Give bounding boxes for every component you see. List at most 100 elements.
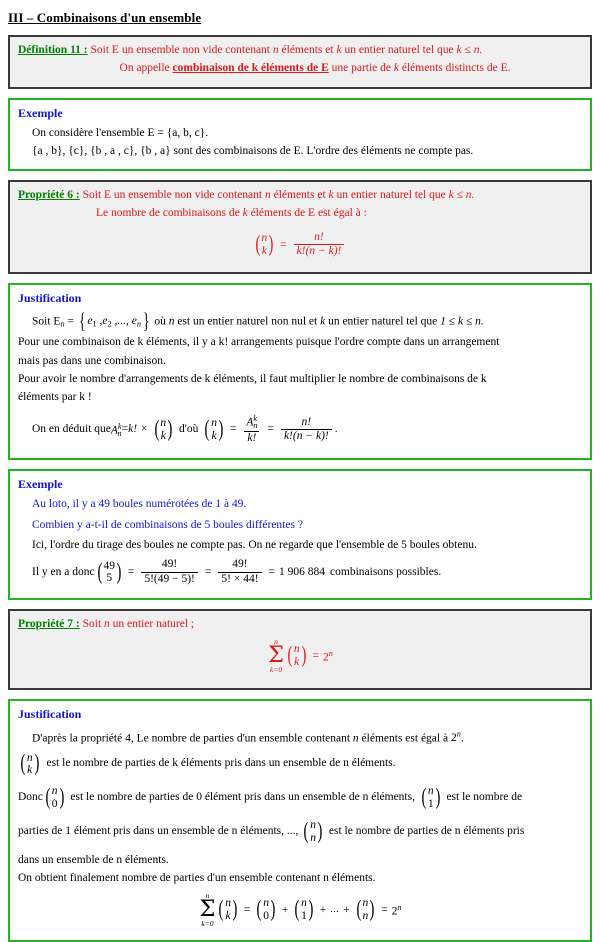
binom-bottom: k [211, 429, 217, 442]
justification-2-box: Justification D'après la propriété 4, Le… [8, 699, 592, 942]
power-of-two: 2n [391, 902, 402, 917]
summation-symbol: n Σ k=0 [268, 637, 284, 674]
propriete-6-box: Propriété 6 : Soit E un ensemble non vid… [8, 180, 592, 274]
equals-sign: = [280, 238, 287, 251]
binomial-n-1: ( n1 ) [420, 785, 441, 810]
paren-close: ) [59, 784, 64, 811]
binom-top: n [301, 897, 307, 910]
just2-power: 2n [450, 730, 461, 745]
just1-derivation: On en déduit que Akn = k! × ( nk ) d'où … [32, 414, 338, 445]
binom-top: n [261, 232, 268, 245]
plus-sign-1: + [281, 903, 289, 916]
fraction-denominator: k!(n − k)! [293, 244, 345, 259]
example-1-header: Exemple [18, 105, 63, 120]
propriete-7-text-b: un entier naturel ; [109, 618, 195, 631]
definition-11-line2-b: une partie de [328, 62, 394, 75]
propriete-6-line-2: Le nombre de combinaisons de k éléments … [18, 206, 582, 221]
sum-lower-limit: k=0 [201, 918, 214, 928]
binom-bottom: k [160, 429, 166, 442]
binom-bottom: k [225, 909, 231, 922]
propriete-6-condition: k ≤ n. [448, 189, 475, 202]
paren-close: ) [369, 896, 375, 923]
document-page: III – Combinaisons d'un ensemble Définit… [0, 10, 600, 942]
just2-l4-b: est le nombre de parties de n éléments p… [328, 824, 525, 837]
propriete-6-line2-a: Le nombre de combinaisons de [96, 207, 243, 220]
sum-lower-limit: k=0 [269, 664, 283, 674]
binomial-n-k: ( nk ) [286, 643, 307, 668]
example-2-header: Exemple [18, 477, 63, 492]
definition-11-condition: k ≤ n. [456, 44, 483, 56]
binom-bottom: 1 [427, 797, 434, 810]
binom-top: n [51, 785, 58, 798]
binomial-n-1: ( n1 ) [293, 897, 314, 922]
binomial-n-k: ( n k ) [254, 232, 275, 257]
binom-bottom: k [27, 763, 33, 776]
fraction-factorial: n! k!(n − k)! [293, 230, 345, 259]
times-sign: × [141, 423, 148, 436]
just1-dou: d'où [179, 423, 199, 436]
paren-close: ) [116, 558, 122, 585]
paren-open: ( [204, 416, 210, 443]
justification-1-box: Justification Soit En = {e1 ,e2 ,..., en… [8, 282, 592, 461]
binom-top: n [211, 417, 217, 430]
just2-l4-a: parties de 1 élément pris dans un ensemb… [18, 824, 299, 837]
just1-l1-cond: 1 ≤ k ≤ n. [440, 315, 484, 328]
fraction-numerator: n! [314, 230, 324, 243]
sigma-icon: Σ [268, 641, 284, 668]
fraction-numerator: 49! [161, 558, 178, 571]
binom-top: n [362, 897, 369, 910]
example-2-suffix: combinaisons possibles. [330, 565, 442, 578]
paren-close: ) [167, 416, 173, 443]
just1-set-elements: e1 ,e2 ,..., en [87, 315, 141, 329]
definition-11-line-1: Définition 11 : Soit E un ensemble non v… [18, 43, 582, 58]
just1-l1-a: Soit E [32, 315, 61, 328]
paren-close: ) [232, 896, 238, 923]
binom-bottom: 0 [51, 797, 58, 810]
fraction-factorial-2: n! k!(n − k)! [280, 416, 332, 444]
binom-top: n [310, 819, 317, 832]
plus-sign-3: + [343, 903, 350, 916]
sum-upper-limit: n [205, 890, 210, 900]
paren-open: ( [421, 784, 427, 811]
example-2-line-3: Ici, l'ordre du tirage des boules ne com… [32, 538, 477, 551]
binomial-n-k: ( nk ) [19, 751, 40, 777]
definition-11-emphasis: combinaison de k éléments de E [172, 62, 329, 75]
fraction-arrangement-over-kfact: Akn k! [243, 414, 260, 445]
justification-2-line-2: ( nk ) est le nombre de parties de k élé… [18, 751, 582, 777]
paren-close: ) [435, 784, 440, 811]
example-2-line-2: Combien y a-t-il de combinaisons de 5 bo… [32, 518, 303, 531]
binom-top: n [26, 751, 33, 764]
plus-sign-2: + [319, 903, 327, 916]
propriete-6-line2-b: éléments de E est égal à : [247, 207, 367, 220]
just1-l1-d: un entier naturel tel que [325, 315, 441, 328]
ellipsis: ... [330, 904, 340, 916]
fraction-denominator: 5!(49 − 5)! [141, 571, 198, 587]
binom-top: n [427, 785, 434, 798]
binom-top: 49 [103, 559, 115, 572]
binomial-n-n: ( nn ) [355, 897, 376, 922]
equals-sign-2: = [381, 903, 388, 916]
justification-1-line-4: Pour avoir le nombre d'arrangements de k… [18, 372, 487, 385]
definition-11-text-a: Soit E un ensemble non vide contenant [90, 44, 273, 56]
just2-binom-sentence: ( nk ) est le nombre de parties de k élé… [18, 751, 395, 777]
just2-donc-sentence: Donc ( n0 ) est le nombre de parties de … [18, 785, 522, 810]
propriete-6-formula: ( n k ) = n! k!(n − k)! [18, 231, 582, 259]
arrangement-symbol: Akn [110, 422, 122, 438]
propriete-6-text-a: Soit E un ensemble non vide contenant [82, 189, 265, 202]
just2-parties-sentence: parties de 1 élément pris dans un ensemb… [18, 819, 524, 844]
paren-open: ( [256, 896, 262, 923]
equals-sign: = [312, 649, 319, 662]
definition-11-text-c: un entier naturel tel que [341, 44, 457, 56]
binom-top: n [160, 417, 167, 430]
just2-l1-end: . [460, 732, 464, 745]
propriete-7-box: Propriété 7 : Soit n un entier naturel ;… [8, 609, 592, 690]
binom-bottom: 5 [106, 572, 113, 585]
paren-open: ( [287, 642, 293, 669]
binom-bottom: n [362, 909, 369, 922]
paren-open: ( [303, 817, 309, 844]
equals-sign: = [229, 423, 237, 436]
propriete-7-formula: n Σ k=0 ( nk ) = 2n [18, 637, 582, 674]
justification-1-line-6: On en déduit que Akn = k! × ( nk ) d'où … [32, 414, 582, 445]
binom-bottom: 1 [301, 909, 307, 922]
just2-l3-mid: est le nombre de parties de 0 élément pr… [70, 791, 415, 804]
